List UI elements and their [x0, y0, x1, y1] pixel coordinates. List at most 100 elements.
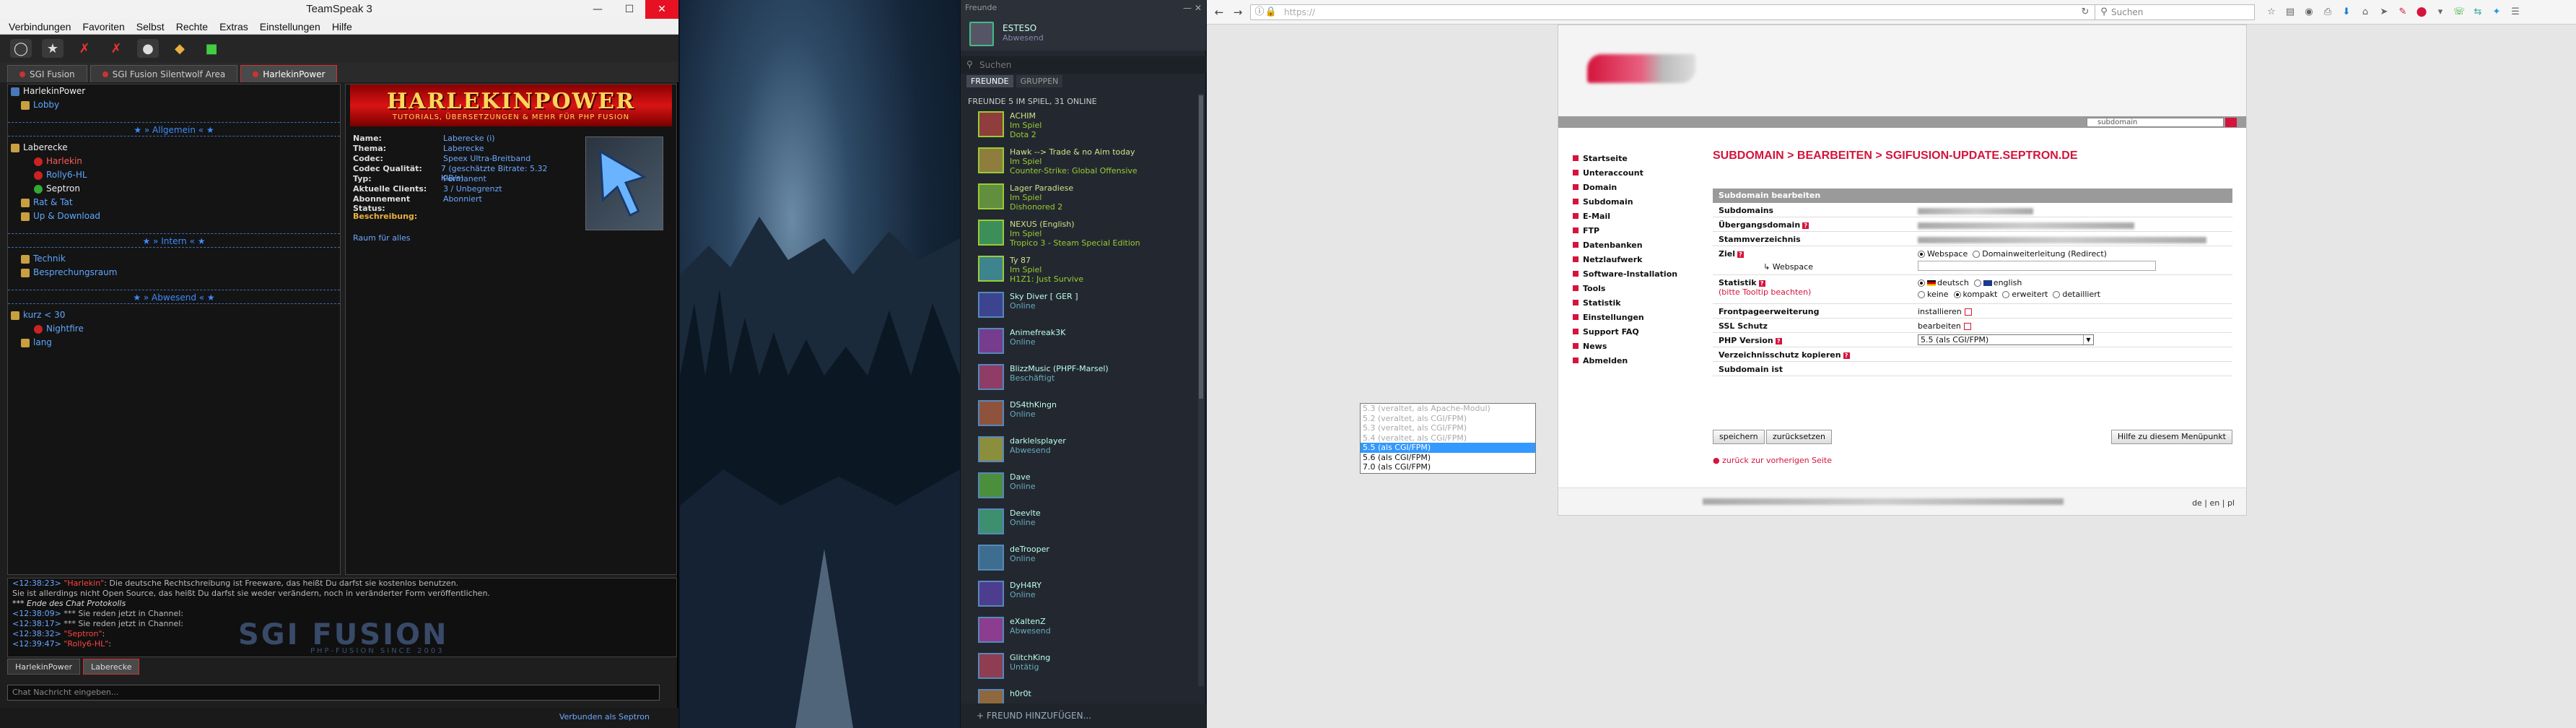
menu-selbst[interactable]: Selbst: [136, 21, 165, 32]
nav-statistik[interactable]: Statistik: [1573, 295, 1677, 310]
tree-user-harlekin[interactable]: Harlekin: [8, 155, 340, 168]
reset-button[interactable]: zurücksetzen: [1766, 430, 1832, 444]
menu-extras[interactable]: Extras: [219, 21, 248, 32]
dropdown-option[interactable]: 7.0 (als CGI/FPM): [1361, 462, 1535, 472]
radio-erweitert[interactable]: [2002, 291, 2010, 298]
friend-item[interactable]: GlitchKing Untätig: [978, 653, 1050, 685]
tab-silentwolf[interactable]: SGI Fusion Silentwolf Area: [89, 65, 238, 82]
radio-detailliert[interactable]: [2053, 291, 2061, 298]
share-icon[interactable]: ➤: [2378, 6, 2391, 19]
radio-kompakt[interactable]: [1953, 291, 1961, 298]
tree-user-septron[interactable]: Septron: [8, 182, 340, 196]
radio-english[interactable]: [1973, 280, 1981, 287]
chat-name[interactable]: "Rolly6-HL": [64, 639, 108, 649]
spacer-intern[interactable]: ★ » Intern « ★: [8, 233, 340, 248]
contacts-icon[interactable]: ■: [201, 39, 222, 58]
extension-icon[interactable]: ▾: [2434, 6, 2447, 19]
chat-name[interactable]: "Septron": [64, 629, 102, 638]
help-icon[interactable]: ?: [1737, 251, 1744, 258]
nav-subdomain[interactable]: Subdomain: [1573, 194, 1677, 209]
nav-unteraccount[interactable]: Unteraccount: [1573, 165, 1677, 180]
friend-item[interactable]: Animefreak3K Online: [978, 328, 1065, 360]
site-search-input[interactable]: subdomain: [2087, 118, 2224, 127]
webspace-path-input[interactable]: [1918, 261, 2156, 271]
install-link[interactable]: installieren: [1918, 307, 1962, 316]
nav-startseite[interactable]: Startseite: [1573, 151, 1677, 165]
help-icon[interactable]: ?: [1802, 222, 1809, 229]
minimize-icon[interactable]: —: [1183, 3, 1192, 13]
steam-username[interactable]: ESTESO: [1003, 23, 1036, 33]
site-logo[interactable]: [1587, 54, 1695, 83]
friend-item[interactable]: Lager Paradiese Im Spiel Dishonored 2: [978, 183, 1073, 215]
bookmark-icon[interactable]: ★: [42, 39, 64, 58]
nav-software[interactable]: Software-Installation: [1573, 266, 1677, 281]
edit-link[interactable]: bearbeiten: [1918, 321, 1961, 331]
friend-item[interactable]: Ty 87 Im Spiel H1Z1: Just Survive: [978, 256, 1083, 287]
save-button[interactable]: speichern: [1713, 430, 1765, 444]
home-icon[interactable]: ⌂: [2359, 6, 2372, 19]
friend-item[interactable]: deTrooper Online: [978, 545, 1049, 576]
tree-channel-technik[interactable]: Technik: [8, 252, 340, 266]
language-links[interactable]: de | en | pl: [2192, 498, 2235, 508]
pen-icon[interactable]: ✎: [2396, 6, 2409, 19]
bookmark-star-icon[interactable]: ☆: [2265, 6, 2278, 19]
tab-harlekinpower[interactable]: HarlekinPower: [240, 65, 338, 82]
friends-scrollbar[interactable]: [1198, 94, 1204, 686]
minimize-icon[interactable]: —: [582, 0, 614, 19]
nav-netzlaufwerk[interactable]: Netzlaufwerk: [1573, 252, 1677, 266]
dropdown-option[interactable]: 5.5 (als CGI/FPM): [1361, 443, 1535, 453]
friend-item[interactable]: NEXUS (English) Im Spiel Tropico 3 - Steam…: [978, 220, 1140, 251]
maximize-icon[interactable]: ☐: [614, 0, 645, 19]
menu-icon[interactable]: ☰: [2509, 6, 2522, 19]
spacer-abwesend[interactable]: ★ » Abwesend « ★: [8, 290, 340, 304]
friend-item[interactable]: Hawk --> Trade & no Aim today Im Spiel Cou…: [978, 147, 1138, 179]
friends-section-header[interactable]: FREUNDE 5 IM SPIEL, 31 ONLINE: [968, 97, 1097, 106]
value-frontpage[interactable]: installieren: [1918, 307, 1972, 316]
close-icon[interactable]: ✕: [1195, 3, 1202, 13]
chat-tab-channel[interactable]: Laberecke: [83, 659, 140, 675]
tree-channel-up[interactable]: Up & Download: [8, 209, 340, 223]
twitter-icon[interactable]: ✦: [2490, 6, 2503, 19]
print-icon[interactable]: ⎙: [2321, 6, 2334, 19]
menu-favoriten[interactable]: Favoriten: [82, 21, 124, 32]
menu-hilfe[interactable]: Hilfe: [332, 21, 352, 32]
tab-sgi-fusion[interactable]: SGI Fusion: [7, 65, 87, 82]
whatsapp-icon[interactable]: ☏: [2453, 6, 2466, 19]
menu-einstellungen[interactable]: Einstellungen: [260, 21, 320, 32]
back-icon[interactable]: ←: [1211, 4, 1227, 20]
ff-search-input[interactable]: Suchen: [2095, 4, 2255, 20]
away-icon[interactable]: ●: [137, 39, 159, 58]
scrollbar-thumb[interactable]: [1199, 95, 1203, 399]
radio-webspace[interactable]: [1918, 251, 1925, 258]
tree-user-rolly[interactable]: Rolly6-HL: [8, 168, 340, 182]
nav-ftp[interactable]: FTP: [1573, 223, 1677, 238]
radio-domainweiterleitung[interactable]: [1973, 251, 1981, 258]
php-version-select[interactable]: 5.5 (als CGI/FPM) ▼: [1918, 334, 2094, 345]
friend-item[interactable]: Dave Online: [978, 472, 1035, 504]
permissions-icon[interactable]: ◆: [169, 39, 191, 58]
menu-rechte[interactable]: Rechte: [176, 21, 208, 32]
help-icon[interactable]: ?: [1843, 352, 1850, 359]
edit-icon[interactable]: [1963, 323, 1971, 330]
edit-icon[interactable]: [1964, 308, 1972, 316]
text-input[interactable]: [1918, 261, 2156, 271]
tab-groups[interactable]: GRUPPEN: [1016, 75, 1063, 87]
chat-tab-server[interactable]: HarlekinPower: [7, 659, 81, 675]
friend-item[interactable]: DyH4RY Online: [978, 581, 1042, 612]
url-bar[interactable]: https://: [1250, 4, 2102, 20]
friend-search-input[interactable]: Suchen: [961, 56, 1206, 74]
tree-channel-besprechung[interactable]: Besprechungsraum: [8, 266, 340, 280]
friend-item[interactable]: DS4thKingn Online: [978, 400, 1057, 432]
dropdown-option[interactable]: 5.6 (als CGI/FPM): [1361, 453, 1535, 463]
help-icon[interactable]: ?: [1775, 337, 1782, 344]
reload-icon[interactable]: ↻: [2079, 6, 2092, 19]
mute-speaker-icon[interactable]: ✗: [105, 39, 127, 58]
nav-email[interactable]: E-Mail: [1573, 209, 1677, 223]
nav-abmelden[interactable]: Abmelden: [1573, 353, 1677, 368]
friend-item[interactable]: eXaltenZ Abwesend: [978, 617, 1051, 649]
add-friend-button[interactable]: + FREUND HINZUFÜGEN...: [961, 703, 1206, 728]
adblock-icon[interactable]: ⬤: [2415, 6, 2428, 19]
site-search-button[interactable]: [2225, 118, 2237, 127]
nav-datenbanken[interactable]: Datenbanken: [1573, 238, 1677, 252]
nav-tools[interactable]: Tools: [1573, 281, 1677, 295]
